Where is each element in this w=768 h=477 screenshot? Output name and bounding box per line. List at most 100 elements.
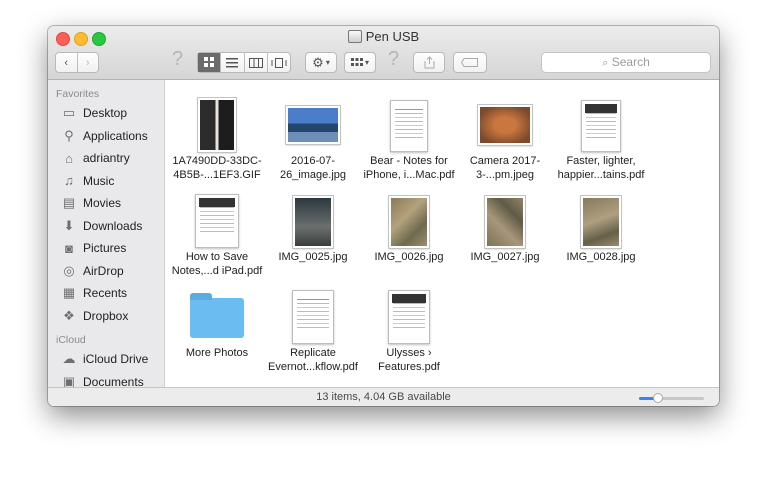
- help-icon: ?: [172, 48, 184, 70]
- usb-drive-icon: [347, 30, 362, 43]
- movies-icon: ▤: [62, 195, 76, 211]
- image-thumbnail: [359, 184, 459, 248]
- file-name: IMG_0025.jpg: [278, 251, 348, 263]
- titlebar: Pen USB ‹ › ? ⚙ ▾ ▾ ? ⌕ Search: [48, 26, 719, 80]
- chevron-right-icon: ›: [85, 56, 90, 69]
- sidebar-item-label: Recents: [83, 286, 128, 301]
- forward-button[interactable]: ›: [78, 53, 99, 72]
- folder-icon: [190, 293, 244, 338]
- help-icon: ?: [388, 48, 400, 70]
- sidebar-item-dropbox[interactable]: ❖ Dropbox: [48, 305, 164, 328]
- pdf-thumbnail: [263, 280, 363, 344]
- list-view-icon: [226, 57, 239, 67]
- cloud-icon: ☁: [62, 351, 76, 367]
- status-text: 13 items, 4.04 GB available: [316, 391, 451, 403]
- sidebar-section-favorites: Favorites: [56, 88, 100, 100]
- sidebar-item-home[interactable]: ⌂ adriantry: [48, 147, 164, 170]
- gear-icon: ⚙: [312, 54, 324, 70]
- documents-icon: ▣: [62, 373, 76, 387]
- arrange-menu-button[interactable]: ▾: [344, 52, 376, 73]
- icon-size-slider[interactable]: [639, 393, 704, 403]
- tags-button[interactable]: [453, 52, 487, 73]
- sidebar-item-label: Music: [83, 173, 115, 188]
- slider-knob[interactable]: [652, 393, 663, 403]
- sidebar-item-label: Movies: [83, 196, 122, 211]
- cover-flow-icon: [271, 57, 287, 68]
- file-name: IMG_0026.jpg: [374, 251, 444, 263]
- sidebar-item-recents[interactable]: ▦ Recents: [48, 282, 164, 305]
- music-icon: ♫: [64, 173, 74, 189]
- sidebar-item-movies[interactable]: ▤ Movies: [48, 192, 164, 215]
- sidebar-section-icloud: iCloud: [56, 334, 86, 346]
- sidebar-item-airdrop[interactable]: ◎ AirDrop: [48, 260, 164, 283]
- sidebar-item-label: Applications: [83, 128, 148, 143]
- column-view-button[interactable]: [245, 53, 268, 72]
- icon-view-icon: [203, 57, 214, 67]
- file-name: IMG_0028.jpg: [566, 251, 636, 263]
- sidebar-item-label: adriantry: [83, 151, 130, 166]
- search-placeholder: Search: [611, 55, 650, 69]
- share-button[interactable]: [413, 52, 445, 73]
- sidebar-item-label: Pictures: [83, 241, 127, 256]
- column-view-icon: [248, 57, 263, 68]
- image-thumbnail: [455, 184, 555, 248]
- view-mode-control: [197, 52, 291, 73]
- sidebar-item-music[interactable]: ♫ Music: [48, 170, 164, 193]
- applications-icon: ⚲: [64, 127, 74, 143]
- tag-icon: [461, 58, 478, 67]
- list-view-button[interactable]: [221, 53, 245, 72]
- image-thumbnail: [263, 184, 363, 248]
- sidebar-item-label: iCloud Drive: [83, 352, 149, 367]
- file-name: More Photos: [185, 347, 249, 359]
- airdrop-icon: ◎: [63, 262, 75, 278]
- file-name: How to Save Notes,...d iPad.pdf: [171, 251, 263, 277]
- window-title: Pen USB: [48, 29, 719, 44]
- image-thumbnail: [551, 184, 651, 248]
- chevron-left-icon: ‹: [64, 56, 69, 69]
- image-thumbnail: [455, 88, 555, 152]
- search-field[interactable]: ⌕ Search: [541, 52, 711, 73]
- image-thumbnail: [263, 88, 363, 152]
- recents-icon: ▦: [62, 285, 76, 301]
- sidebar-item-label: Dropbox: [83, 308, 129, 323]
- sidebar-item-applications[interactable]: ⚲ Applications: [48, 125, 164, 148]
- file-name: Bear - Notes for iPhone, i...Mac.pdf: [363, 155, 455, 181]
- pdf-thumbnail: [359, 280, 459, 344]
- file-icon-grid: 1A7490DD-33DC-4B5B-...1EF3.GIF 2016-07-2…: [165, 80, 719, 387]
- sidebar-item-icloud-drive[interactable]: ☁ iCloud Drive: [48, 348, 164, 371]
- arrange-grid-icon: [350, 57, 363, 66]
- sidebar-item-label: Desktop: [83, 106, 128, 121]
- cover-flow-view-button[interactable]: [268, 53, 290, 72]
- file-name: 2016-07-26_image.jpg: [279, 155, 347, 181]
- file-name: Replicate Evernot...kflow.pdf: [268, 347, 358, 373]
- status-bar: 13 items, 4.04 GB available: [48, 387, 719, 406]
- back-button[interactable]: ‹: [56, 53, 78, 72]
- back-forward-control: ‹ ›: [55, 52, 99, 73]
- file-name: IMG_0027.jpg: [470, 251, 540, 263]
- home-icon: ⌂: [65, 150, 73, 166]
- pdf-thumbnail: [551, 88, 651, 152]
- sidebar-item-desktop[interactable]: ▭ Desktop: [48, 102, 164, 125]
- share-icon: [424, 56, 434, 69]
- icon-view-button[interactable]: [198, 53, 222, 72]
- sidebar-item-pictures[interactable]: ◙ Pictures: [48, 237, 164, 260]
- dropbox-icon: ❖: [63, 307, 75, 323]
- sidebar-item-label: Documents: [83, 374, 144, 387]
- window-title-text: Pen USB: [365, 29, 420, 44]
- sidebar-item-label: AirDrop: [83, 263, 124, 278]
- file-name: Ulysses › Features.pdf: [378, 347, 440, 373]
- chevron-down-icon: ▾: [325, 58, 330, 67]
- search-icon: ⌕: [602, 57, 609, 69]
- folder-thumbnail: [167, 280, 267, 344]
- action-menu-button[interactable]: ⚙ ▾: [305, 52, 337, 73]
- sidebar-item-downloads[interactable]: ⬇ Downloads: [48, 215, 164, 238]
- pictures-icon: ◙: [65, 240, 73, 256]
- file-name: 1A7490DD-33DC-4B5B-...1EF3.GIF: [172, 155, 262, 181]
- sidebar-item-label: Downloads: [83, 218, 143, 233]
- pdf-thumbnail: [359, 88, 459, 152]
- chevron-down-icon: ▾: [364, 58, 369, 67]
- image-thumbnail: [167, 88, 267, 152]
- sidebar-item-documents[interactable]: ▣ Documents: [48, 371, 164, 387]
- pdf-thumbnail: [167, 184, 267, 248]
- sidebar: Favorites ▭ Desktop ⚲ Applications ⌂ adrian…: [48, 80, 165, 387]
